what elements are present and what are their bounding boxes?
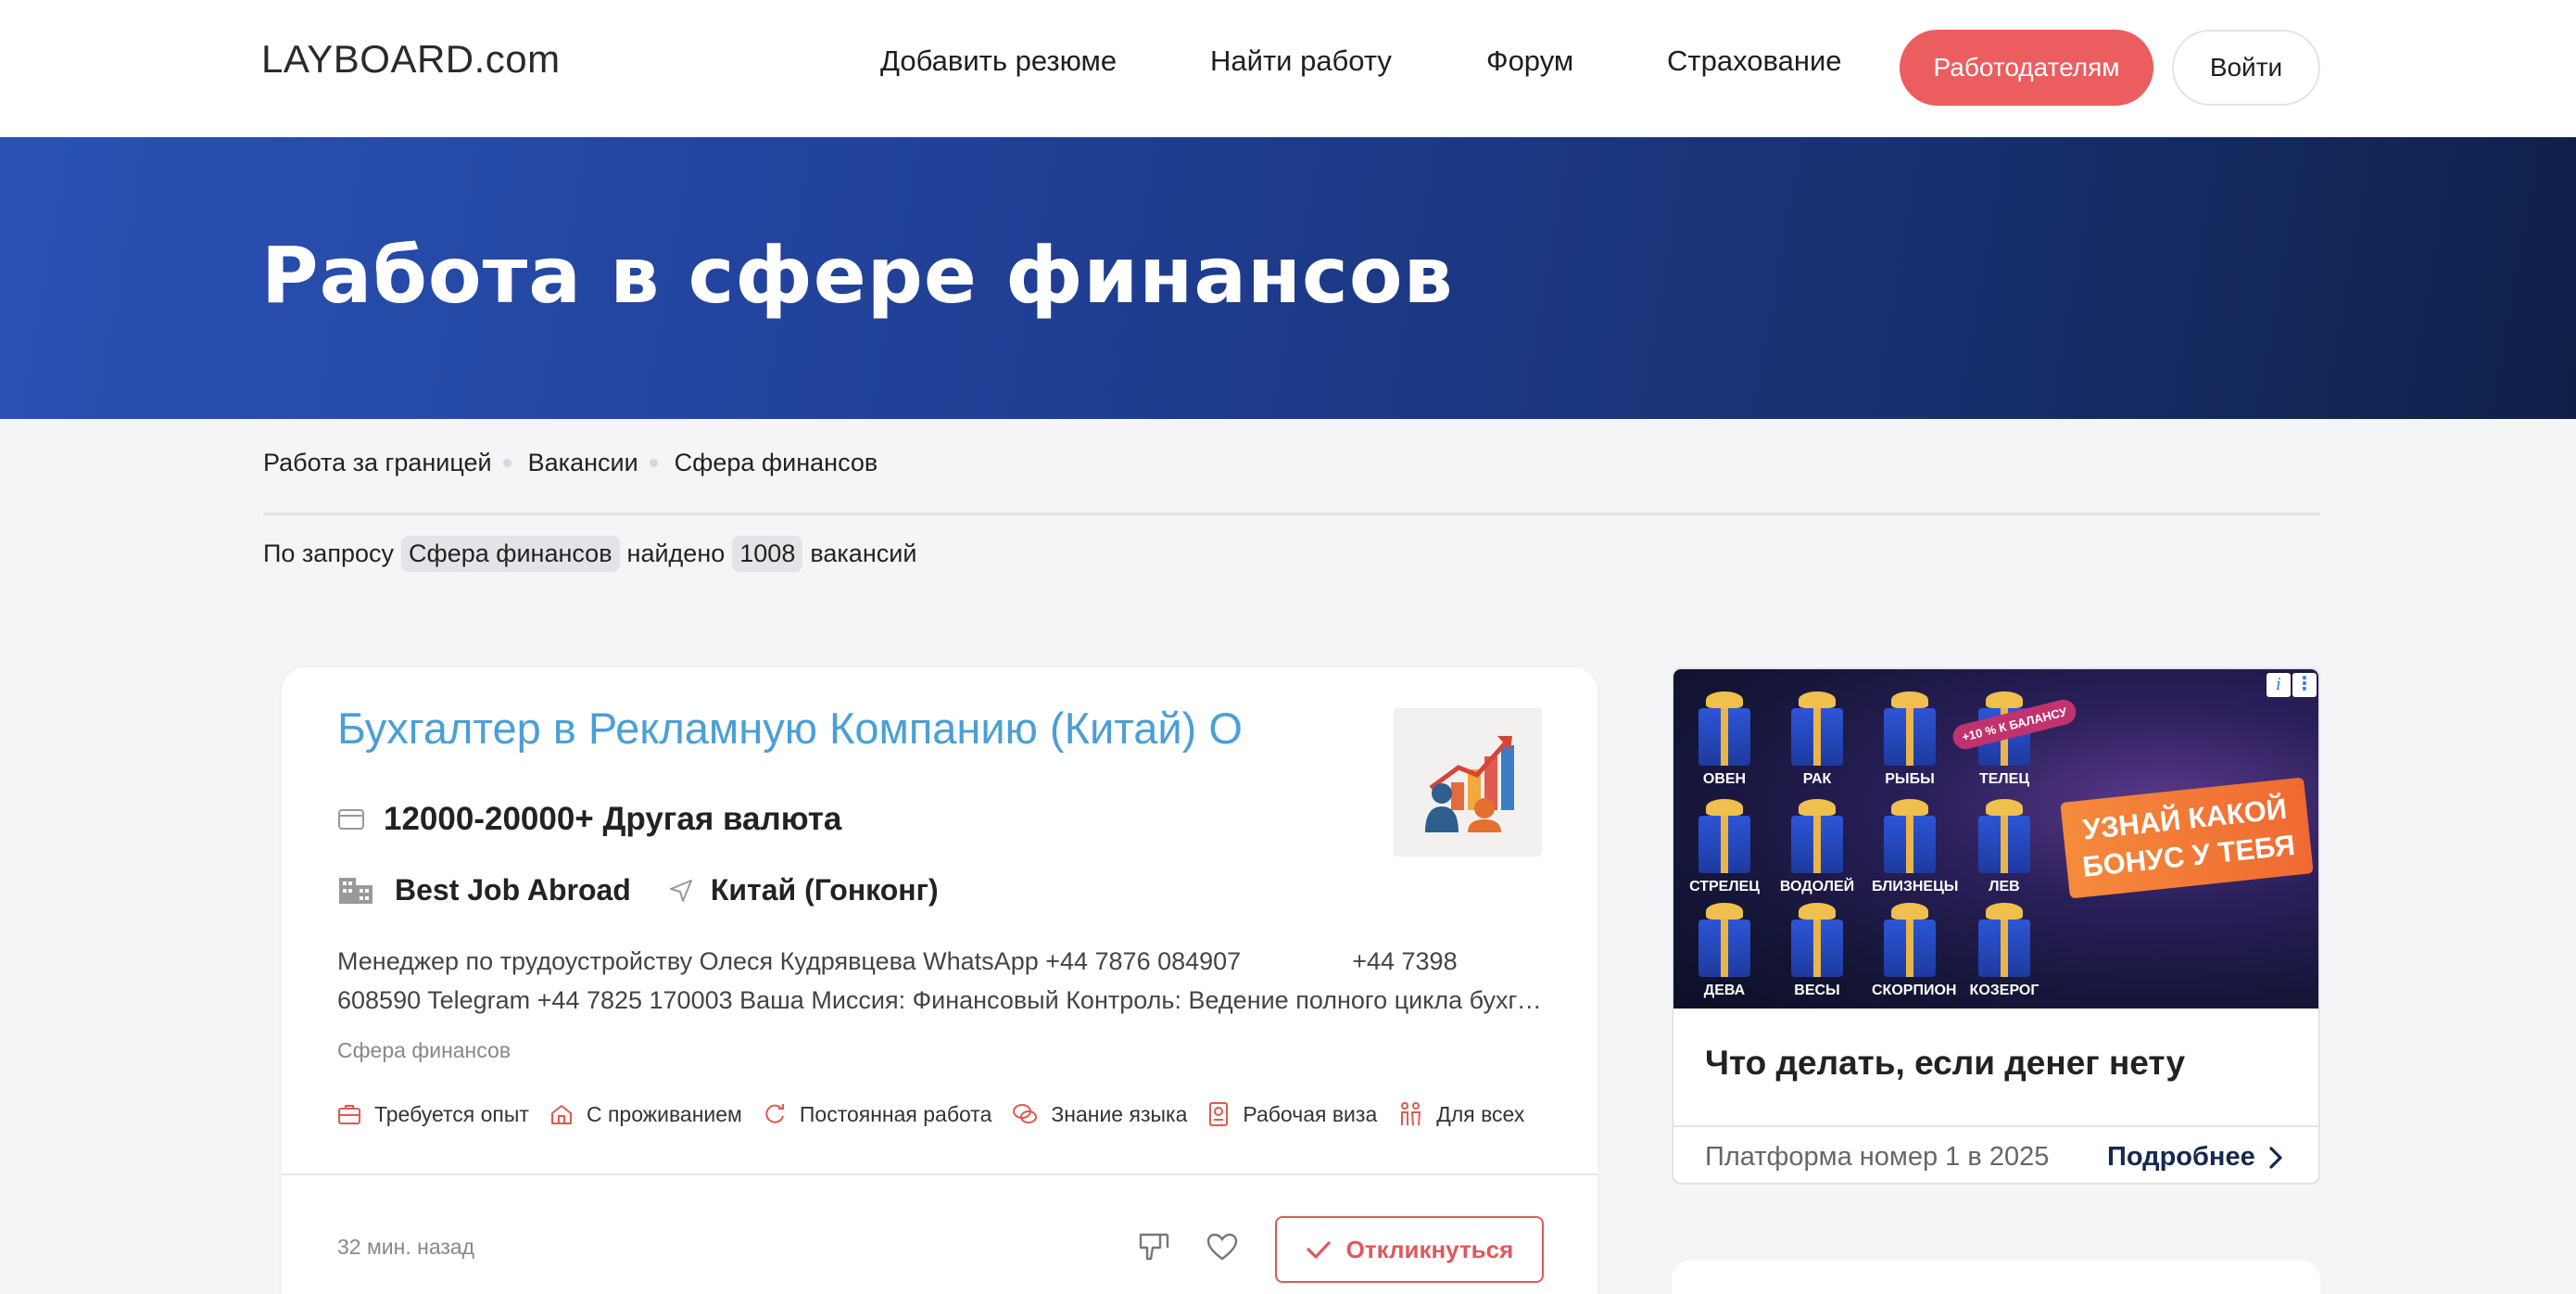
divider [263,513,2320,515]
company-logo[interactable] [1394,708,1542,856]
query-count: 1008 [732,536,803,572]
location-arrow-icon [669,879,692,902]
finance-illustration-icon [1425,736,1514,832]
ad-subtitle: Платформа номер 1 в 2025 [1705,1142,2050,1172]
house-icon [550,1105,572,1124]
gift-icon: ОВЕН [1686,691,1762,788]
site-logo[interactable]: LAYBOARD.com [261,37,561,82]
tag-language: Знание языка [1012,1102,1187,1127]
gift-icon: РЫБЫ [1872,691,1948,788]
nav-forum[interactable]: Форум [1486,44,1573,78]
gift-icon: ЛЕВ [1966,799,2042,895]
tag-experience: Требуется опыт [337,1102,529,1127]
gift-icon: ВОДОЛЕЙ [1779,799,1855,895]
respond-button[interactable]: Откликнуться [1275,1216,1544,1283]
description-line-2: 608590 Telegram +44 7825 170003 Ваша Мис… [337,986,1542,1014]
ad-info-icon[interactable]: i [2267,673,2291,697]
building-icon [339,877,373,904]
page-title: Работа в сфере финансов [261,230,1454,321]
job-location: Китай (Гонконг) [710,873,939,907]
nav-insurance[interactable]: Страхование [1667,44,1842,78]
job-tags: Требуется опыт С проживанием Постоянная … [337,1101,1557,1127]
people-icon [1401,1102,1421,1126]
posted-time: 32 мин. назад [337,1235,475,1259]
gift-icon: КОЗЕРОГ [1966,903,2042,999]
breadcrumb: Работа за границей Вакансии Сфера финанс… [263,449,878,477]
refresh-icon [765,1104,784,1123]
check-icon [1307,1241,1331,1259]
salary: 12000-20000+ Другая валюта [384,801,842,837]
respond-label: Откликнуться [1345,1235,1514,1263]
tag-label: Постоянная работа [799,1101,992,1126]
ad-image[interactable]: ОВЕН РАК РЫБЫ ТЕЛЕЦ СТРЕЛЕЦ ВОДОЛЕЙ БЛИЗ… [1673,669,2318,1009]
heart-icon[interactable] [1206,1233,1238,1262]
search-summary: По запросу Сфера финансов найдено 1008 в… [263,536,916,572]
tag-label: Знание языка [1051,1101,1188,1126]
ad-link-label: Подробнее [2107,1142,2255,1172]
breadcrumb-separator [502,459,511,467]
advertisement[interactable]: ОВЕН РАК РЫБЫ ТЕЛЕЦ СТРЕЛЕЦ ВОДОЛЕЙ БЛИЗ… [1672,667,2320,1185]
tag-housing: С проживанием [549,1102,742,1127]
breadcrumb-current: Сфера финансов [674,449,878,476]
job-description: Менеджер по трудоустройству Олеся Кудряв… [337,942,1542,1020]
dislike-icon[interactable] [1138,1231,1171,1262]
ad-more-link[interactable]: Подробнее [2107,1142,2283,1173]
ad-title[interactable]: Что делать, если денег нету [1705,1044,2185,1083]
job-sphere: Сфера финансов [337,1038,511,1062]
company-row: Best Job Abroad Китай (Гонконг) [337,873,939,907]
ad-promo: УЗНАЙ КАКОЙ БОНУС У ТЕБЯ [2060,777,2314,899]
chevron-right-icon [2269,1146,2282,1169]
description-line-1: Менеджер по трудоустройству Олеся Кудряв… [337,947,1458,975]
gift-icon: ВЕСЫ [1779,903,1855,999]
site-header: LAYBOARD.com Добавить резюме Найти работ… [0,0,2576,137]
login-button[interactable]: Войти [2172,30,2320,106]
breadcrumb-separator [649,459,658,467]
gift-icon: ДЕВА [1686,903,1762,999]
employers-button[interactable]: Работодателям [1900,30,2153,106]
tag-label: Требуется опыт [374,1101,529,1126]
tag-label: Для всех [1436,1101,1525,1126]
job-title[interactable]: Бухгалтер в Рекламную Компанию (Китай) О [337,703,1347,754]
wallet-icon [338,809,364,830]
query-suffix: вакансий [810,539,917,567]
gift-icon: СТРЕЛЕЦ [1686,799,1762,895]
tag-everyone: Для всех [1397,1101,1524,1127]
chat-bubbles-icon [1013,1104,1038,1123]
query-middle: найдено [626,539,726,567]
tag-visa: Рабочая виза [1207,1101,1377,1127]
tag-label: Рабочая виза [1243,1101,1378,1126]
gift-icon: БЛИЗНЕЦЫ [1872,799,1958,895]
gift-icon: РАК [1779,691,1855,788]
passport-icon [1209,1102,1229,1126]
card-divider [282,1173,1597,1175]
ad-divider [1673,1125,2318,1127]
hero-banner: Работа в сфере финансов [0,137,2576,419]
nav-find-job[interactable]: Найти работу [1210,44,1392,78]
tag-label: С проживанием [586,1101,742,1126]
query-term: Сфера финансов [400,536,620,572]
salary-row: 12000-20000+ Другая валюта [337,801,841,838]
job-card: Бухгалтер в Рекламную Компанию (Китай) О… [282,667,1597,1294]
query-prefix: По запросу [263,539,394,567]
company-name[interactable]: Best Job Abroad [395,873,631,907]
ad-menu-icon[interactable]: ⋮ [2292,673,2317,697]
briefcase-icon [338,1105,360,1124]
breadcrumb-vacancies[interactable]: Вакансии [528,449,638,477]
sidebar-card [1672,1261,2320,1294]
breadcrumb-abroad[interactable]: Работа за границей [263,449,492,477]
nav-add-resume[interactable]: Добавить резюме [880,44,1117,78]
tag-permanent: Постоянная работа [763,1101,992,1127]
gift-icon: СКОРПИОН [1872,903,1956,999]
